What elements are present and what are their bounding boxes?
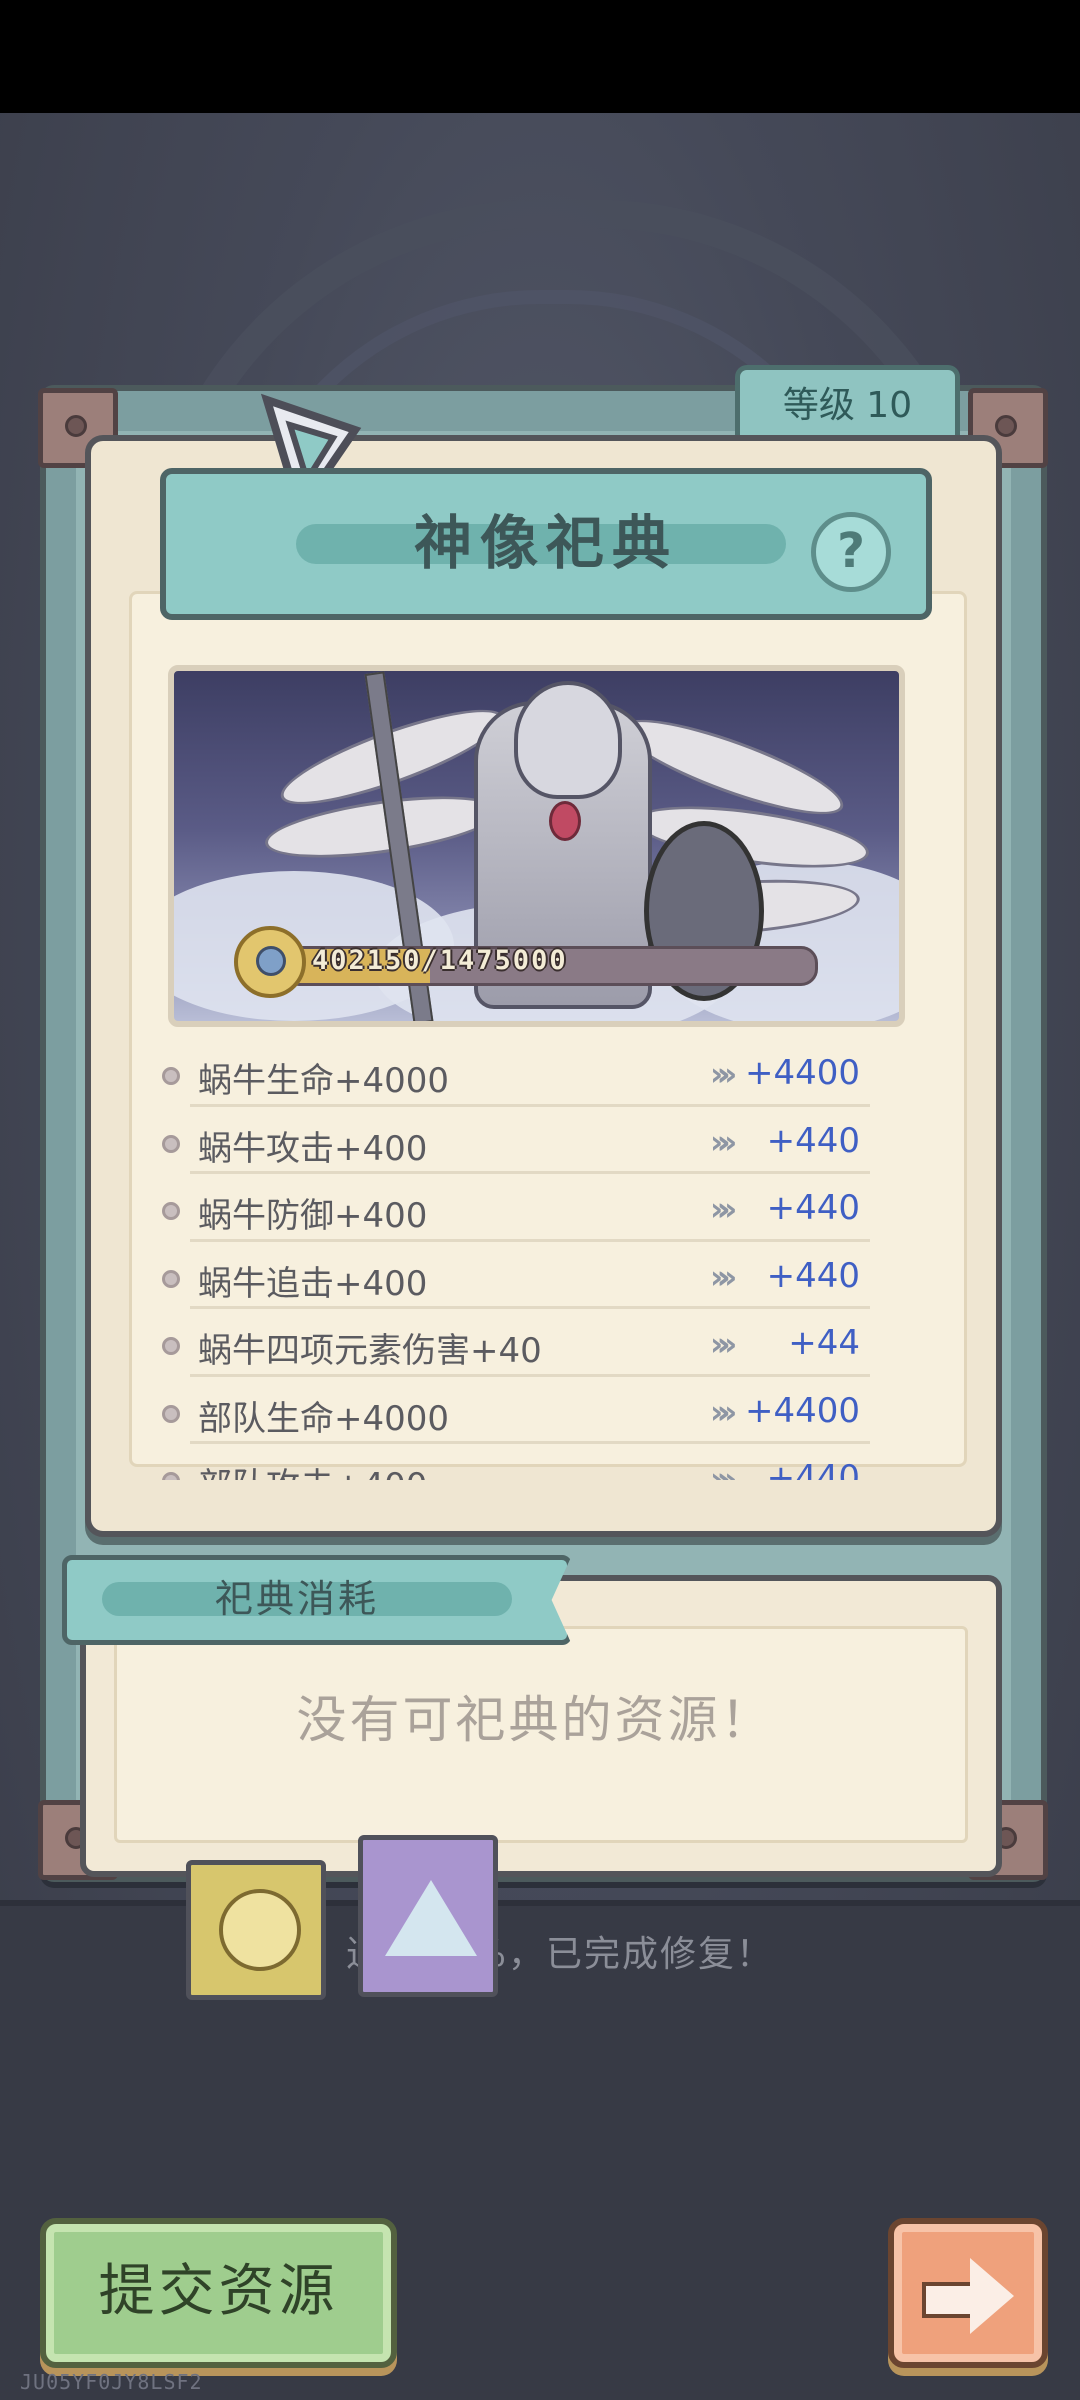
- status-bar: [0, 0, 1080, 113]
- winged-emblem-icon: [219, 1889, 301, 1971]
- statue-artwork: 402150/1475000: [168, 665, 905, 1027]
- bullet-dot-icon: [162, 1202, 180, 1220]
- stat-upgrade-value: +440: [766, 1255, 860, 1296]
- statue-progress: 402150/1475000: [234, 926, 818, 998]
- double-chevron-right-icon: »»: [710, 1325, 738, 1363]
- double-chevron-right-icon: »»: [710, 1257, 738, 1296]
- stat-name: 蜗牛生命+4000: [198, 1061, 450, 1101]
- level-tab: 等级 10: [735, 365, 960, 442]
- stat-row: 部队攻击+400 »» +440: [150, 1450, 910, 1480]
- stat-name: 部队攻击+400: [198, 1458, 427, 1480]
- stat-row: 部队生命+4000 »» +4400: [150, 1383, 910, 1451]
- stat-upgrade-value: +440: [766, 1458, 860, 1480]
- double-chevron-right-icon: »»: [710, 1190, 738, 1228]
- stat-upgrade-value: +4400: [744, 1390, 860, 1431]
- stat-row: 蜗牛追击+400 »» +440: [150, 1248, 910, 1316]
- statue-head: [514, 681, 622, 799]
- bullet-dot-icon: [162, 1337, 180, 1355]
- stat-name: 部队生命+4000: [198, 1398, 450, 1439]
- double-chevron-right-icon: »»: [710, 1460, 738, 1480]
- row-divider: [190, 1238, 870, 1242]
- progress-text: 402150/1475000: [312, 945, 568, 976]
- row-divider: [190, 1306, 870, 1309]
- help-icon[interactable]: ?: [811, 512, 891, 592]
- row-divider: [190, 1103, 870, 1107]
- stat-list[interactable]: 蜗牛生命+4000»» +4400 蜗牛攻击+400»» +440 蜗牛防御+400»»…: [150, 1045, 910, 1480]
- empty-resource-message: 没有可祀典的资源！: [296, 1691, 774, 1749]
- next-button[interactable]: [888, 2218, 1048, 2368]
- title-banner: 神像祀典 ?: [160, 468, 932, 620]
- floor-edge: [0, 1900, 1080, 1906]
- statue-gem: [549, 801, 581, 841]
- tab-ritual[interactable]: [358, 1835, 498, 1997]
- stat-row: 蜗牛防御+400 »» +440: [150, 1180, 910, 1248]
- stat-name: 蜗牛防御+400: [198, 1196, 428, 1236]
- consume-title: 祀典消耗: [214, 1577, 379, 1621]
- bullet-dot-icon: [162, 1269, 180, 1288]
- stat-row: 蜗牛攻击+400 »» +440: [150, 1113, 910, 1181]
- double-chevron-right-icon: »»: [710, 1122, 738, 1161]
- double-chevron-right-icon: »»: [710, 1055, 738, 1093]
- tab-statue-upgrade[interactable]: [186, 1860, 326, 2000]
- row-divider: [190, 1171, 870, 1174]
- stat-upgrade-value: +440: [766, 1188, 860, 1228]
- user-id: JU05YF0JY8LSF2: [20, 2370, 203, 2394]
- row-divider: [190, 1441, 870, 1444]
- stat-upgrade-value: +44: [788, 1323, 860, 1363]
- statue-emblem-icon: [234, 926, 306, 998]
- bullet-dot-icon: [162, 1472, 180, 1480]
- stat-upgrade-value: +4400: [744, 1053, 860, 1093]
- double-chevron-right-icon: »»: [710, 1392, 738, 1431]
- row-divider: [190, 1373, 870, 1377]
- stat-upgrade-value: +440: [766, 1120, 860, 1161]
- bullet-dot-icon: [162, 1404, 180, 1423]
- stat-name: 蜗牛追击+400: [198, 1263, 428, 1304]
- bullet-dot-icon: [162, 1134, 180, 1153]
- consume-tab: 祀典消耗: [62, 1555, 572, 1645]
- stat-name: 蜗牛四项元素伤害+40: [198, 1331, 542, 1371]
- eye-triangle-icon: [385, 1880, 477, 1956]
- stat-name: 蜗牛攻击+400: [198, 1128, 428, 1169]
- stat-row: 蜗牛四项元素伤害+40 »» +44: [150, 1315, 910, 1383]
- submit-resource-label: 提交资源: [98, 2259, 339, 2324]
- bullet-dot-icon: [162, 1067, 180, 1085]
- stat-row: 蜗牛生命+4000 »» +4400: [150, 1045, 910, 1113]
- submit-resource-button[interactable]: 提交资源: [40, 2218, 397, 2368]
